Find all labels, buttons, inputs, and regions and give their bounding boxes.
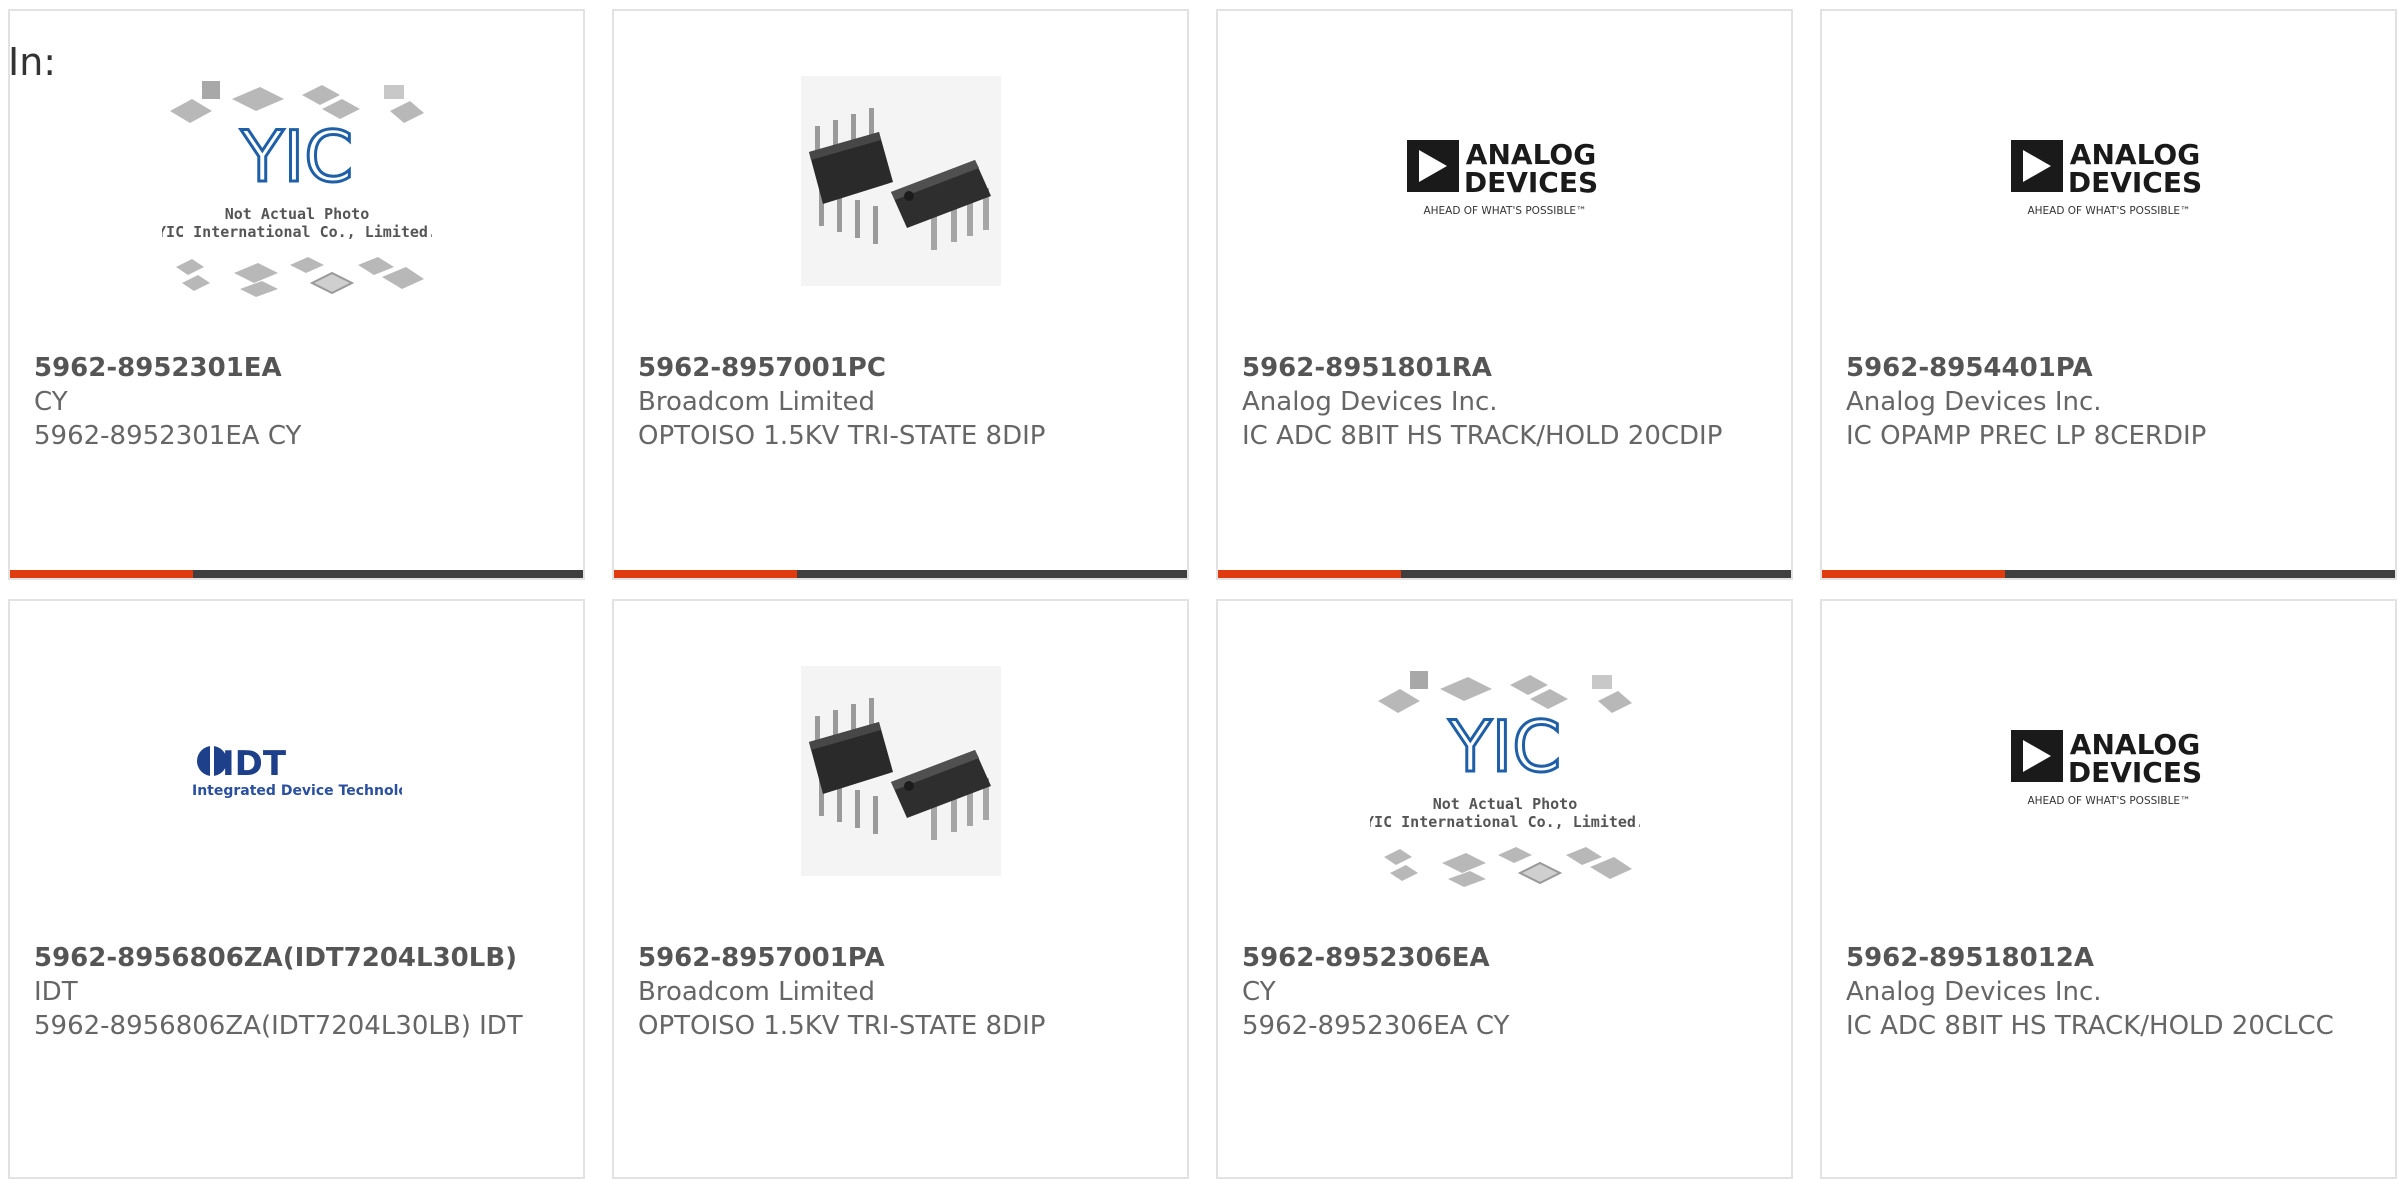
product-card[interactable]: 5962-8957001PA Broadcom Limited OPTOISO … [612,599,1189,1179]
product-image[interactable]: ANALOG DEVICES AHEAD OF WHAT'S POSSIBLE™ [1822,11,2395,351]
description: IC ADC 8BIT HS TRACK/HOLD 20CLCC [1846,1011,2334,1041]
manufacturer: CY [1242,977,1276,1007]
product-info: 5962-8951801RA Analog Devices Inc. IC AD… [1242,351,1767,453]
manufacturer: Analog Devices Inc. [1846,387,2102,417]
product-card[interactable]: YIC Not Actual Photo YIC International C… [8,9,585,580]
svg-text:YIC International Co., Limited: YIC International Co., Limited. [162,223,432,241]
svg-text:IDT: IDT [222,744,287,784]
product-card[interactable]: ANALOG DEVICES AHEAD OF WHAT'S POSSIBLE™… [1820,9,2397,580]
card-accent-bar [10,570,193,578]
svg-text:DEVICES: DEVICES [2067,166,2201,199]
description: 5962-8956806ZA(IDT7204L30LB) IDT [34,1011,523,1041]
product-image[interactable]: ANALOG DEVICES AHEAD OF WHAT'S POSSIBLE™ [1218,11,1791,351]
product-info: 5962-8952301EA CY 5962-8952301EA CY [34,351,559,453]
manufacturer: Analog Devices Inc. [1846,977,2102,1007]
product-card[interactable]: ANALOG DEVICES AHEAD OF WHAT'S POSSIBLE™… [1216,9,1793,580]
card-bottom-bar [1218,570,1791,578]
part-number[interactable]: 5962-89518012A [1846,941,2371,975]
description: OPTOISO 1.5KV TRI-STATE 8DIP [638,1011,1046,1041]
product-card[interactable]: ANALOG DEVICES AHEAD OF WHAT'S POSSIBLE™… [1820,599,2397,1179]
product-image[interactable] [614,601,1187,941]
filter-in-label: In: [8,40,57,84]
product-card[interactable]: 5962-8957001PC Broadcom Limited OPTOISO … [612,9,1189,580]
svg-text:AHEAD OF WHAT'S POSSIBLE™: AHEAD OF WHAT'S POSSIBLE™ [2027,795,2190,807]
manufacturer: Broadcom Limited [638,387,876,417]
manufacturer: IDT [34,977,78,1007]
product-info: 5962-8957001PC Broadcom Limited OPTOISO … [638,351,1163,453]
dip8-chip-icon [800,666,1001,876]
product-info: 5962-8952306EA CY 5962-8952306EA CY [1242,941,1767,1043]
yic-not-actual-photo-icon: YIC Not Actual Photo YIC International C… [1370,671,1640,887]
part-number[interactable]: 5962-8954401PA [1846,351,2371,385]
product-image[interactable]: ANALOG DEVICES AHEAD OF WHAT'S POSSIBLE™ [1822,601,2395,941]
card-bottom-bar [614,570,1187,578]
svg-text:AHEAD OF WHAT'S POSSIBLE™: AHEAD OF WHAT'S POSSIBLE™ [1423,205,1586,217]
product-card[interactable]: IDT Integrated Device Technology 5962-89… [8,599,585,1179]
description: OPTOISO 1.5KV TRI-STATE 8DIP [638,421,1046,451]
svg-text:Integrated Device Technology: Integrated Device Technology [192,783,402,799]
dip8-chip-icon [800,76,1001,286]
description: 5962-8952301EA CY [34,421,302,451]
idt-logo-icon: IDT Integrated Device Technology [192,744,402,799]
card-accent-bar [1218,570,1401,578]
svg-text:Not Actual Photo: Not Actual Photo [1432,795,1577,813]
svg-text:DEVICES: DEVICES [1463,166,1597,199]
card-accent-bar [614,570,797,578]
part-number[interactable]: 5962-8956806ZA(IDT7204L30LB) [34,941,559,975]
analog-devices-logo-icon: ANALOG DEVICES AHEAD OF WHAT'S POSSIBLE™ [1406,138,1598,217]
product-image[interactable]: YIC Not Actual Photo YIC International C… [10,11,583,351]
card-bottom-bar [10,570,583,578]
part-number[interactable]: 5962-8952306EA [1242,941,1767,975]
part-number[interactable]: 5962-8957001PC [638,351,1163,385]
analog-devices-logo-icon: ANALOG DEVICES AHEAD OF WHAT'S POSSIBLE™ [2010,138,2202,217]
description: IC OPAMP PREC LP 8CERDIP [1846,421,2207,451]
product-info: 5962-89518012A Analog Devices Inc. IC AD… [1846,941,2371,1043]
description: IC ADC 8BIT HS TRACK/HOLD 20CDIP [1242,421,1723,451]
manufacturer: Analog Devices Inc. [1242,387,1498,417]
svg-text:YIC: YIC [239,116,352,198]
product-card[interactable]: YIC Not Actual Photo YIC International C… [1216,599,1793,1179]
svg-text:AHEAD OF WHAT'S POSSIBLE™: AHEAD OF WHAT'S POSSIBLE™ [2027,205,2190,217]
card-bottom-bar [1822,570,2395,578]
product-image[interactable]: IDT Integrated Device Technology [10,601,583,941]
product-info: 5962-8956806ZA(IDT7204L30LB) IDT 5962-89… [34,941,559,1043]
card-accent-bar [1822,570,2005,578]
product-image[interactable]: YIC Not Actual Photo YIC International C… [1218,601,1791,941]
svg-text:YIC: YIC [1447,706,1560,788]
svg-text:YIC International Co., Limited: YIC International Co., Limited. [1370,813,1640,831]
manufacturer: CY [34,387,68,417]
part-number[interactable]: 5962-8951801RA [1242,351,1767,385]
product-image[interactable] [614,11,1187,351]
product-info: 5962-8954401PA Analog Devices Inc. IC OP… [1846,351,2371,453]
part-number[interactable]: 5962-8952301EA [34,351,559,385]
analog-devices-logo-icon: ANALOG DEVICES AHEAD OF WHAT'S POSSIBLE™ [2010,728,2202,807]
part-number[interactable]: 5962-8957001PA [638,941,1163,975]
manufacturer: Broadcom Limited [638,977,876,1007]
description: 5962-8952306EA CY [1242,1011,1510,1041]
yic-not-actual-photo-icon: YIC Not Actual Photo YIC International C… [162,81,432,297]
svg-text:DEVICES: DEVICES [2067,756,2201,789]
product-info: 5962-8957001PA Broadcom Limited OPTOISO … [638,941,1163,1043]
svg-text:Not Actual Photo: Not Actual Photo [224,205,369,223]
